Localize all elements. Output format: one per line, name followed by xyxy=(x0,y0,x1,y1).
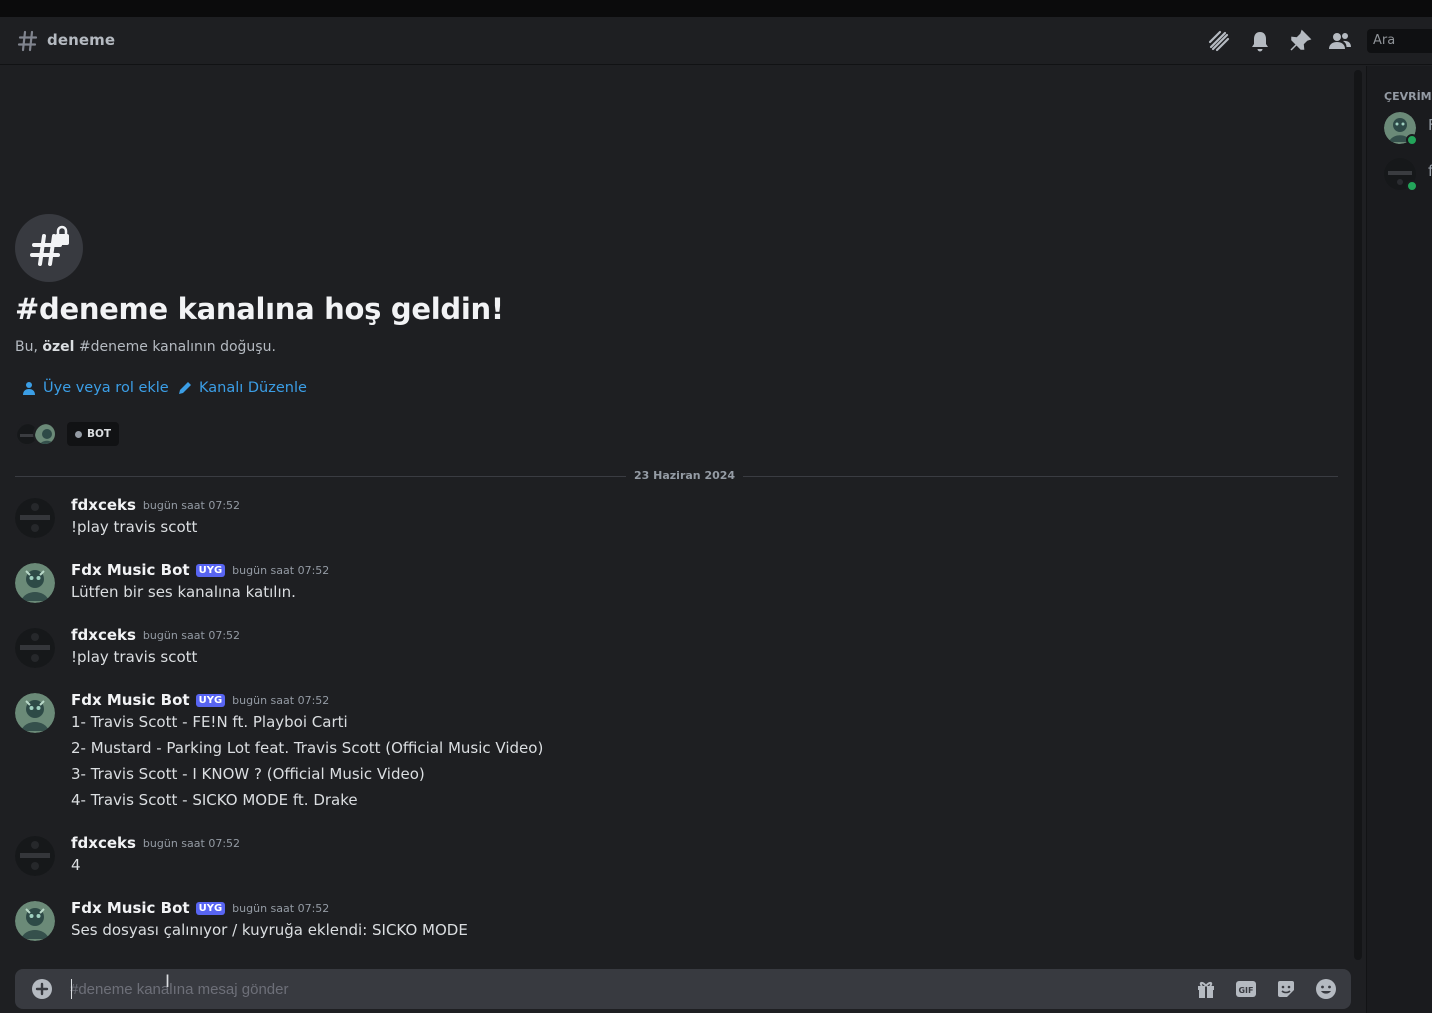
author-name[interactable]: fdxceks xyxy=(71,834,136,852)
welcome-subtitle-prefix: Bu, xyxy=(15,339,38,355)
author-name[interactable]: Fdx Music Bot xyxy=(71,561,190,579)
app-tag: UYG xyxy=(195,693,226,707)
add-member-role-button[interactable]: Üye veya rol ekle xyxy=(21,380,169,396)
message-timestamp: bugün saat 07:52 xyxy=(142,836,241,850)
add-user-icon xyxy=(23,382,35,395)
search-placeholder: Ara xyxy=(1373,33,1396,48)
author-name[interactable]: Fdx Music Bot xyxy=(71,691,190,709)
avatar-fdxceks[interactable] xyxy=(15,836,55,876)
window-top-strip xyxy=(0,0,1432,17)
text-caret xyxy=(71,979,72,999)
message-composer: GIF xyxy=(15,969,1351,1009)
bot-status-dot xyxy=(75,430,82,438)
message-header: fdxceks bugün saat 07:52 xyxy=(71,834,240,852)
chat-area: #deneme kanalına hoş geldin! Bu, özel #d… xyxy=(0,66,1366,1013)
bot-badge: BOT xyxy=(67,422,120,446)
avatar-fdxceks[interactable] xyxy=(15,628,55,668)
message-text: 1- Travis Scott - FE!N ft. Playboi Carti xyxy=(71,713,348,731)
pencil-icon xyxy=(179,382,191,394)
chat-scrollbar[interactable] xyxy=(1354,70,1362,960)
pin-icon[interactable] xyxy=(1288,29,1312,53)
message-header: Fdx Music Bot UYG bugün saat 07:52 xyxy=(71,899,329,917)
avatar-fdxceks[interactable] xyxy=(15,498,55,538)
channel-header: deneme Ara xyxy=(0,17,1432,65)
member-list-panel: ÇEVRİM İ F f xyxy=(1366,66,1432,1013)
message-text: !play travis scott xyxy=(71,518,198,536)
welcome-subtitle-private: özel xyxy=(42,339,75,355)
gif-icon[interactable]: GIF xyxy=(1235,978,1257,1000)
mouse-ibeam-cursor: I xyxy=(165,972,171,992)
message-text: 3- Travis Scott - I KNOW ? (Official Mus… xyxy=(71,765,425,783)
bot-badge-label: BOT xyxy=(87,428,112,440)
message-input[interactable] xyxy=(70,975,1170,1003)
channel-title: deneme xyxy=(47,31,116,49)
svg-text:GIF: GIF xyxy=(1238,986,1253,995)
text-channel-icon xyxy=(17,30,38,52)
app-tag: UYG xyxy=(195,901,226,915)
online-category: ÇEVRİM İ xyxy=(1384,90,1432,103)
member-name: F xyxy=(1428,116,1432,134)
message-text: !play travis scott xyxy=(71,648,198,666)
online-status-dot xyxy=(1406,180,1418,192)
welcome-subtitle: Bu, özel #deneme kanalının doğuşu. xyxy=(15,339,276,355)
gift-icon[interactable] xyxy=(1195,978,1217,1000)
edit-channel-button[interactable]: Kanalı Düzenle xyxy=(177,380,307,396)
message-text: Ses dosyası çalınıyor / kuyruğa eklendi:… xyxy=(71,921,468,939)
message-header: Fdx Music Bot UYG bugün saat 07:52 xyxy=(71,561,329,579)
message-header: fdxceks bugün saat 07:52 xyxy=(71,626,240,644)
avatar-fdx-music-bot xyxy=(33,422,57,446)
message-text: 4 xyxy=(71,856,81,874)
author-name[interactable]: fdxceks xyxy=(71,626,136,644)
message-timestamp: bugün saat 07:52 xyxy=(232,693,330,707)
avatar-fdx-music-bot[interactable] xyxy=(15,901,55,941)
sticker-icon[interactable] xyxy=(1275,978,1297,1000)
member-name: f xyxy=(1428,162,1432,180)
author-name[interactable]: Fdx Music Bot xyxy=(71,899,190,917)
add-member-role-label: Üye veya rol ekle xyxy=(43,380,169,396)
member-item[interactable]: F xyxy=(1384,112,1432,152)
message-timestamp: bugün saat 07:52 xyxy=(232,901,330,915)
online-status-dot xyxy=(1406,134,1418,146)
channel-members-row[interactable]: BOT xyxy=(15,421,120,447)
add-attachment-icon[interactable] xyxy=(31,978,53,1000)
date-divider: 23 Haziran 2024 xyxy=(626,469,744,482)
bell-icon[interactable] xyxy=(1248,29,1272,53)
edit-channel-label: Kanalı Düzenle xyxy=(199,380,307,396)
search-box[interactable]: Ara xyxy=(1367,29,1432,53)
members-icon[interactable] xyxy=(1328,29,1352,53)
welcome-subtitle-suffix: #deneme kanalının doğuşu. xyxy=(78,339,276,355)
message-timestamp: bugün saat 07:52 xyxy=(142,498,241,512)
message-text: Lütfen bir ses kanalına katılın. xyxy=(71,583,296,601)
member-item[interactable]: f xyxy=(1384,158,1432,198)
author-name[interactable]: fdxceks xyxy=(71,496,136,514)
avatar-fdx-music-bot[interactable] xyxy=(15,693,55,733)
emoji-icon[interactable] xyxy=(1315,978,1337,1000)
app-tag: UYG xyxy=(195,563,226,577)
message-timestamp: bugün saat 07:52 xyxy=(142,628,241,642)
message-header: Fdx Music Bot UYG bugün saat 07:52 xyxy=(71,691,329,709)
message-timestamp: bugün saat 07:52 xyxy=(232,563,330,577)
avatar-fdx-music-bot[interactable] xyxy=(15,563,55,603)
threads-icon[interactable] xyxy=(1207,29,1231,53)
private-channel-icon xyxy=(15,214,83,282)
message-text: 4- Travis Scott - SICKO MODE ft. Drake xyxy=(71,791,358,809)
welcome-title: #deneme kanalına hoş geldin! xyxy=(15,292,504,326)
message-text: 2- Mustard - Parking Lot feat. Travis Sc… xyxy=(71,739,544,757)
message-header: fdxceks bugün saat 07:52 xyxy=(71,496,240,514)
